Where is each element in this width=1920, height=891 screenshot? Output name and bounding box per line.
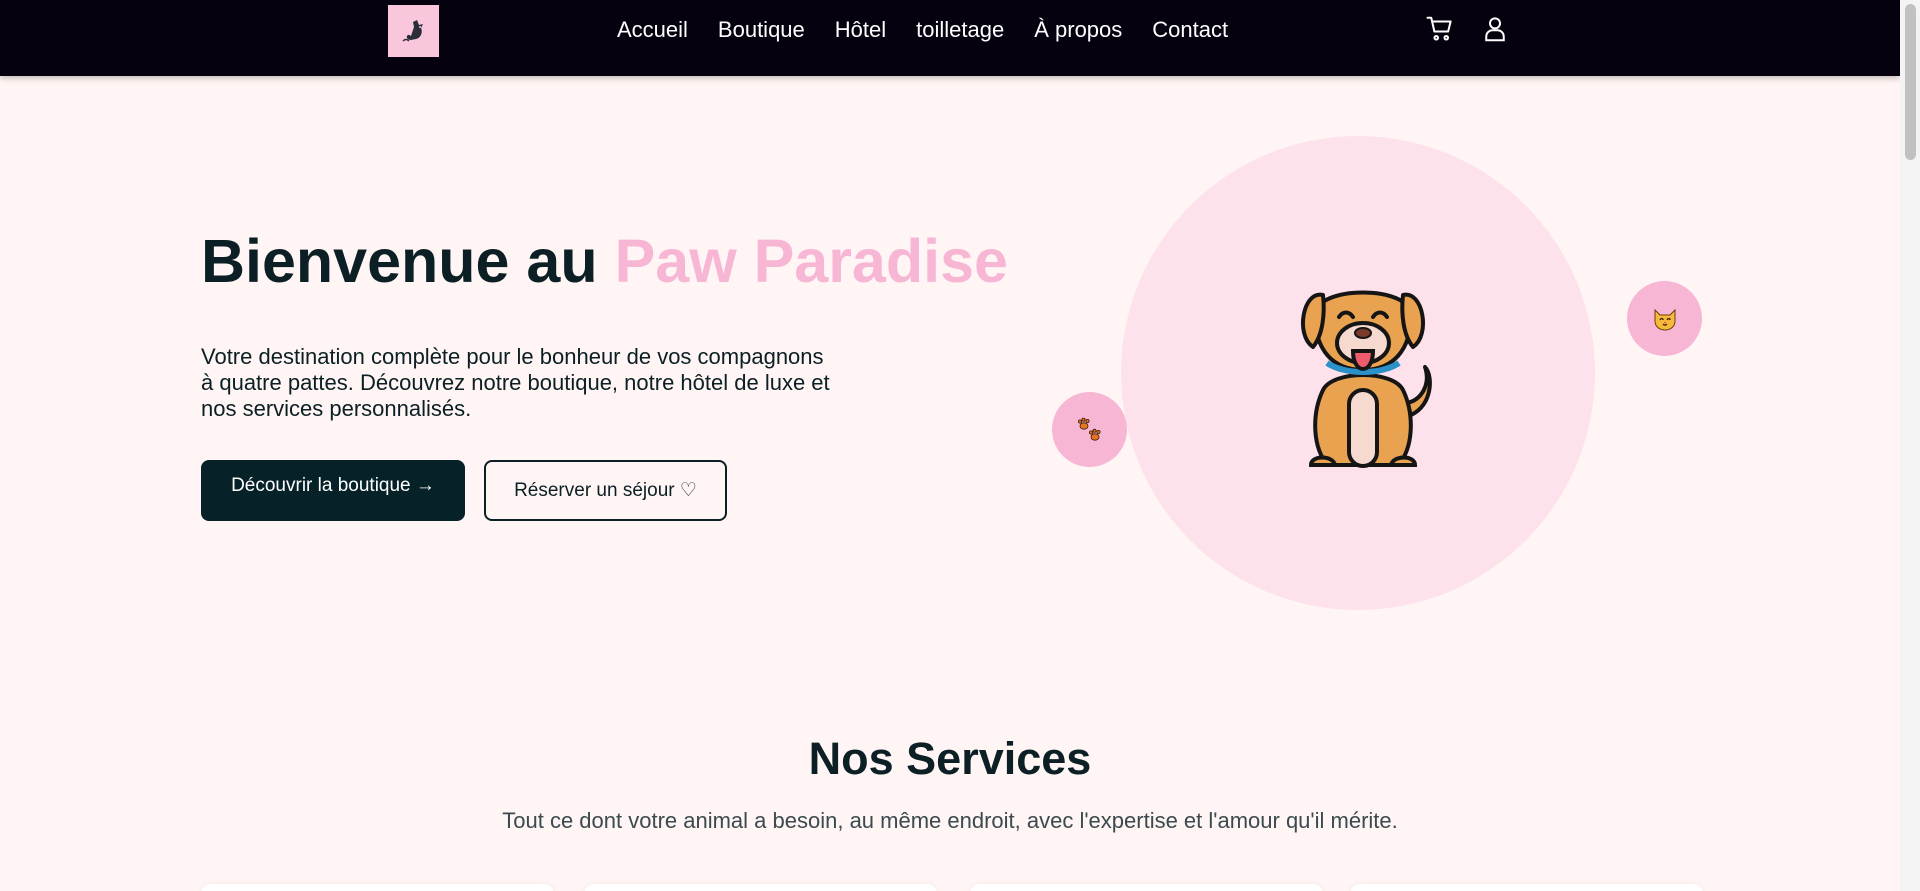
user-button[interactable] <box>1480 14 1510 44</box>
nav-link-a-propos[interactable]: À propos <box>1034 16 1122 44</box>
user-icon <box>1485 17 1505 42</box>
service-card[interactable] <box>970 884 1323 891</box>
cart-icon <box>1426 16 1452 41</box>
nav-link-boutique[interactable]: Boutique <box>718 16 805 44</box>
logo[interactable] <box>388 5 439 57</box>
hero-title: Bienvenue au Paw Paradise <box>201 226 1008 296</box>
main-nav: Accueil Boutique Hôtel toilletage À prop… <box>617 16 1228 44</box>
cat-badge <box>1627 281 1702 356</box>
services-title: Nos Services <box>808 733 1092 784</box>
nav-link-contact[interactable]: Contact <box>1152 16 1228 44</box>
cart-button[interactable] <box>1425 14 1455 44</box>
nav-link-hotel[interactable]: Hôtel <box>835 16 886 44</box>
hero-title-prefix: Bienvenue au <box>201 227 615 295</box>
paw-badge <box>1052 392 1127 467</box>
dog-illustration <box>1300 290 1432 468</box>
nav-link-accueil[interactable]: Accueil <box>617 16 688 44</box>
service-card[interactable] <box>201 884 554 891</box>
navbar: Accueil Boutique Hôtel toilletage À prop… <box>0 0 1900 76</box>
cat-logo-icon <box>401 20 423 42</box>
service-card[interactable] <box>1350 884 1703 891</box>
services-subtitle: Tout ce dont votre animal a besoin, au m… <box>502 808 1398 833</box>
scrollbar-thumb[interactable] <box>1905 4 1916 160</box>
hero-title-accent: Paw Paradise <box>614 227 1008 295</box>
hero-description: Votre destination complète pour le bonhe… <box>201 344 830 421</box>
scrollbar[interactable] <box>1900 0 1920 891</box>
nav-link-toilletage[interactable]: toilletage <box>916 16 1004 44</box>
book-stay-button[interactable]: Réserver un séjour ♡ <box>484 460 727 521</box>
cat-face-icon <box>1654 308 1675 331</box>
discover-shop-button[interactable]: Découvrir la boutique → <box>201 460 465 521</box>
service-card[interactable] <box>584 884 937 891</box>
paw-prints-icon <box>1077 417 1100 441</box>
